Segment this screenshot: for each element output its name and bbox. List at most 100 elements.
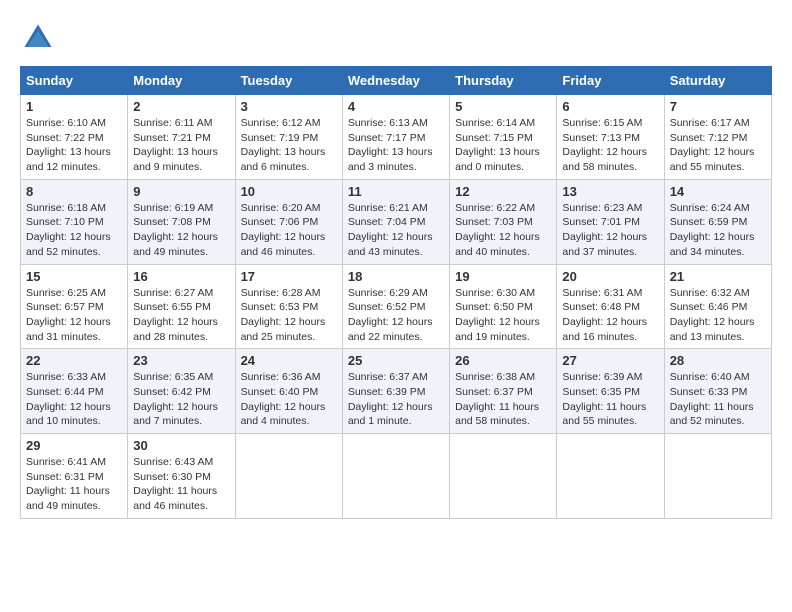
day-detail: Sunrise: 6:17 AMSunset: 7:12 PMDaylight:… (670, 117, 755, 173)
day-number: 28 (670, 353, 766, 368)
calendar-day-18: 18 Sunrise: 6:29 AMSunset: 6:52 PMDaylig… (342, 264, 449, 349)
calendar-day-9: 9 Sunrise: 6:19 AMSunset: 7:08 PMDayligh… (128, 179, 235, 264)
calendar-day-10: 10 Sunrise: 6:20 AMSunset: 7:06 PMDaylig… (235, 179, 342, 264)
day-detail: Sunrise: 6:10 AMSunset: 7:22 PMDaylight:… (26, 117, 111, 173)
day-detail: Sunrise: 6:33 AMSunset: 6:44 PMDaylight:… (26, 371, 111, 427)
day-detail: Sunrise: 6:12 AMSunset: 7:19 PMDaylight:… (241, 117, 326, 173)
calendar-day-11: 11 Sunrise: 6:21 AMSunset: 7:04 PMDaylig… (342, 179, 449, 264)
empty-cell (235, 434, 342, 519)
day-number: 26 (455, 353, 551, 368)
day-number: 22 (26, 353, 122, 368)
day-number: 24 (241, 353, 337, 368)
day-detail: Sunrise: 6:18 AMSunset: 7:10 PMDaylight:… (26, 202, 111, 258)
calendar-day-30: 30 Sunrise: 6:43 AMSunset: 6:30 PMDaylig… (128, 434, 235, 519)
calendar-day-24: 24 Sunrise: 6:36 AMSunset: 6:40 PMDaylig… (235, 349, 342, 434)
day-detail: Sunrise: 6:25 AMSunset: 6:57 PMDaylight:… (26, 287, 111, 343)
day-number: 4 (348, 99, 444, 114)
calendar-week-1: 1 Sunrise: 6:10 AMSunset: 7:22 PMDayligh… (21, 95, 772, 180)
day-number: 27 (562, 353, 658, 368)
day-detail: Sunrise: 6:22 AMSunset: 7:03 PMDaylight:… (455, 202, 540, 258)
calendar-week-5: 29 Sunrise: 6:41 AMSunset: 6:31 PMDaylig… (21, 434, 772, 519)
calendar-day-28: 28 Sunrise: 6:40 AMSunset: 6:33 PMDaylig… (664, 349, 771, 434)
weekday-header-friday: Friday (557, 67, 664, 95)
empty-cell (557, 434, 664, 519)
day-number: 3 (241, 99, 337, 114)
day-number: 8 (26, 184, 122, 199)
calendar-day-14: 14 Sunrise: 6:24 AMSunset: 6:59 PMDaylig… (664, 179, 771, 264)
day-detail: Sunrise: 6:37 AMSunset: 6:39 PMDaylight:… (348, 371, 433, 427)
day-detail: Sunrise: 6:30 AMSunset: 6:50 PMDaylight:… (455, 287, 540, 343)
calendar-day-8: 8 Sunrise: 6:18 AMSunset: 7:10 PMDayligh… (21, 179, 128, 264)
day-detail: Sunrise: 6:43 AMSunset: 6:30 PMDaylight:… (133, 456, 217, 512)
calendar-day-17: 17 Sunrise: 6:28 AMSunset: 6:53 PMDaylig… (235, 264, 342, 349)
day-number: 19 (455, 269, 551, 284)
calendar-day-1: 1 Sunrise: 6:10 AMSunset: 7:22 PMDayligh… (21, 95, 128, 180)
calendar-day-5: 5 Sunrise: 6:14 AMSunset: 7:15 PMDayligh… (450, 95, 557, 180)
calendar-week-2: 8 Sunrise: 6:18 AMSunset: 7:10 PMDayligh… (21, 179, 772, 264)
day-detail: Sunrise: 6:15 AMSunset: 7:13 PMDaylight:… (562, 117, 647, 173)
day-detail: Sunrise: 6:13 AMSunset: 7:17 PMDaylight:… (348, 117, 433, 173)
day-number: 21 (670, 269, 766, 284)
day-detail: Sunrise: 6:38 AMSunset: 6:37 PMDaylight:… (455, 371, 539, 427)
calendar-day-3: 3 Sunrise: 6:12 AMSunset: 7:19 PMDayligh… (235, 95, 342, 180)
day-detail: Sunrise: 6:32 AMSunset: 6:46 PMDaylight:… (670, 287, 755, 343)
day-number: 25 (348, 353, 444, 368)
weekday-header-saturday: Saturday (664, 67, 771, 95)
calendar-day-19: 19 Sunrise: 6:30 AMSunset: 6:50 PMDaylig… (450, 264, 557, 349)
weekday-header-wednesday: Wednesday (342, 67, 449, 95)
day-detail: Sunrise: 6:36 AMSunset: 6:40 PMDaylight:… (241, 371, 326, 427)
day-number: 2 (133, 99, 229, 114)
calendar-day-12: 12 Sunrise: 6:22 AMSunset: 7:03 PMDaylig… (450, 179, 557, 264)
empty-cell (342, 434, 449, 519)
day-number: 1 (26, 99, 122, 114)
day-number: 5 (455, 99, 551, 114)
day-number: 13 (562, 184, 658, 199)
calendar-day-27: 27 Sunrise: 6:39 AMSunset: 6:35 PMDaylig… (557, 349, 664, 434)
calendar-day-20: 20 Sunrise: 6:31 AMSunset: 6:48 PMDaylig… (557, 264, 664, 349)
day-number: 11 (348, 184, 444, 199)
day-number: 17 (241, 269, 337, 284)
day-number: 6 (562, 99, 658, 114)
day-number: 15 (26, 269, 122, 284)
day-number: 29 (26, 438, 122, 453)
weekday-header-monday: Monday (128, 67, 235, 95)
day-number: 30 (133, 438, 229, 453)
calendar-day-4: 4 Sunrise: 6:13 AMSunset: 7:17 PMDayligh… (342, 95, 449, 180)
day-number: 20 (562, 269, 658, 284)
day-detail: Sunrise: 6:29 AMSunset: 6:52 PMDaylight:… (348, 287, 433, 343)
day-number: 12 (455, 184, 551, 199)
empty-cell (450, 434, 557, 519)
day-number: 10 (241, 184, 337, 199)
calendar-day-13: 13 Sunrise: 6:23 AMSunset: 7:01 PMDaylig… (557, 179, 664, 264)
day-number: 16 (133, 269, 229, 284)
page-header (20, 20, 772, 56)
calendar-day-22: 22 Sunrise: 6:33 AMSunset: 6:44 PMDaylig… (21, 349, 128, 434)
weekday-header-tuesday: Tuesday (235, 67, 342, 95)
calendar-day-26: 26 Sunrise: 6:38 AMSunset: 6:37 PMDaylig… (450, 349, 557, 434)
day-detail: Sunrise: 6:31 AMSunset: 6:48 PMDaylight:… (562, 287, 647, 343)
day-detail: Sunrise: 6:20 AMSunset: 7:06 PMDaylight:… (241, 202, 326, 258)
calendar-day-6: 6 Sunrise: 6:15 AMSunset: 7:13 PMDayligh… (557, 95, 664, 180)
empty-cell (664, 434, 771, 519)
day-detail: Sunrise: 6:24 AMSunset: 6:59 PMDaylight:… (670, 202, 755, 258)
day-number: 14 (670, 184, 766, 199)
calendar-day-15: 15 Sunrise: 6:25 AMSunset: 6:57 PMDaylig… (21, 264, 128, 349)
day-number: 23 (133, 353, 229, 368)
day-detail: Sunrise: 6:28 AMSunset: 6:53 PMDaylight:… (241, 287, 326, 343)
calendar-day-25: 25 Sunrise: 6:37 AMSunset: 6:39 PMDaylig… (342, 349, 449, 434)
calendar-day-23: 23 Sunrise: 6:35 AMSunset: 6:42 PMDaylig… (128, 349, 235, 434)
calendar-day-7: 7 Sunrise: 6:17 AMSunset: 7:12 PMDayligh… (664, 95, 771, 180)
calendar-week-3: 15 Sunrise: 6:25 AMSunset: 6:57 PMDaylig… (21, 264, 772, 349)
logo-icon (20, 20, 56, 56)
calendar-day-2: 2 Sunrise: 6:11 AMSunset: 7:21 PMDayligh… (128, 95, 235, 180)
calendar-day-16: 16 Sunrise: 6:27 AMSunset: 6:55 PMDaylig… (128, 264, 235, 349)
day-detail: Sunrise: 6:19 AMSunset: 7:08 PMDaylight:… (133, 202, 218, 258)
calendar-day-29: 29 Sunrise: 6:41 AMSunset: 6:31 PMDaylig… (21, 434, 128, 519)
weekday-header-sunday: Sunday (21, 67, 128, 95)
weekday-header-thursday: Thursday (450, 67, 557, 95)
day-detail: Sunrise: 6:39 AMSunset: 6:35 PMDaylight:… (562, 371, 646, 427)
day-detail: Sunrise: 6:40 AMSunset: 6:33 PMDaylight:… (670, 371, 754, 427)
day-number: 9 (133, 184, 229, 199)
calendar-day-21: 21 Sunrise: 6:32 AMSunset: 6:46 PMDaylig… (664, 264, 771, 349)
day-detail: Sunrise: 6:21 AMSunset: 7:04 PMDaylight:… (348, 202, 433, 258)
